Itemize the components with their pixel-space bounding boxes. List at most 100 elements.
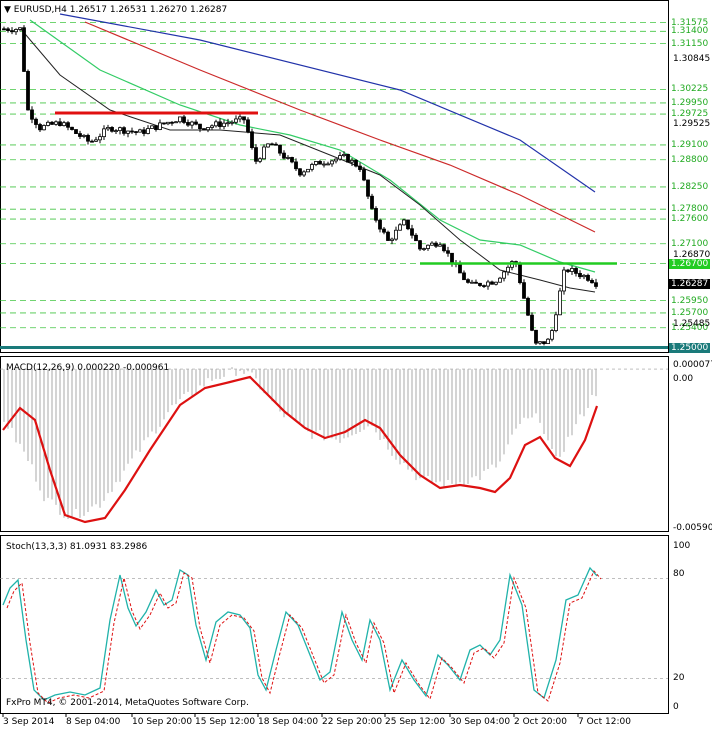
candle-body [266, 143, 270, 148]
candle-body [406, 219, 410, 230]
candle-body [186, 122, 190, 126]
candle-body [594, 282, 598, 287]
candle-body [582, 274, 586, 278]
candle-body [414, 234, 418, 242]
time-axis-label: 3 Sep 2014 [3, 717, 55, 727]
candle-body [230, 121, 234, 124]
candle-body [546, 338, 550, 344]
price-level-label: 1.30225 [669, 84, 711, 95]
candle-body [66, 122, 70, 128]
candle-body [98, 136, 102, 141]
mt4-chart-window: ▼ EURUSD,H4 1.26517 1.26531 1.26270 1.26… [0, 0, 712, 732]
candle-body [214, 121, 218, 127]
price-level-label: 1.27600 [669, 214, 711, 225]
time-axis-label: 8 Sep 04:00 [66, 717, 121, 727]
candle-body [398, 224, 402, 231]
candle-body [38, 124, 42, 131]
candle-body [474, 281, 478, 284]
candle-body [222, 122, 226, 127]
candle-body [354, 159, 358, 167]
price-level-label: 1.29950 [669, 97, 711, 108]
time-axis-label: 22 Sep 20:00 [322, 717, 383, 727]
candle-body [434, 242, 438, 247]
candle-body [530, 314, 534, 331]
candle-body [242, 116, 246, 121]
candle-body [418, 240, 422, 250]
symbol-header-text: EURUSD,H4 1.26517 1.26531 1.26270 1.2628… [13, 5, 228, 15]
candle-body [58, 121, 62, 127]
candle-body [554, 314, 558, 331]
candle-body [526, 297, 530, 316]
candle-body [130, 130, 134, 133]
candle-body [422, 248, 426, 250]
candle-body [506, 266, 510, 273]
candle-body [386, 231, 390, 241]
candle-body [202, 128, 206, 131]
candle-body [370, 195, 374, 209]
candle-body [54, 121, 58, 125]
candle-body [590, 279, 594, 284]
candle-body [218, 121, 222, 127]
candle-body [362, 169, 366, 181]
price-tick-label: 1.25485 [673, 318, 711, 329]
candle-body [190, 121, 194, 126]
candle-body [138, 129, 142, 133]
candle-body [290, 157, 294, 163]
macd-axis-bottom: -0.005906 [673, 523, 712, 533]
candle-body [478, 282, 482, 286]
candle-body [50, 121, 54, 125]
candle-body [278, 144, 282, 154]
candle-body [106, 127, 110, 130]
candle-body [2, 28, 6, 31]
candle-body [14, 29, 18, 33]
candle-body [86, 134, 90, 142]
candle-body [118, 127, 122, 132]
candle-body [206, 127, 210, 131]
candle-body [378, 219, 382, 230]
stoch-axis-80: 80 [673, 569, 685, 579]
copyright-text: FxPro MT4, © 2001-2014, MetaQuotes Softw… [6, 698, 249, 708]
ma-green-line [29, 19, 596, 273]
candle-body [46, 121, 50, 126]
candle-body [262, 146, 266, 160]
candle-body [482, 285, 486, 287]
candle-body [30, 109, 34, 120]
candle-body [238, 116, 242, 120]
collapse-triangle-icon: ▼ [4, 5, 11, 15]
candle-body [470, 281, 474, 284]
candle-body [458, 263, 462, 274]
price-level-label: 1.25000 [669, 342, 711, 353]
candle-body [390, 238, 394, 241]
candle-body [270, 143, 274, 146]
price-level-label: 1.28250 [669, 181, 711, 192]
candle-body [466, 279, 470, 283]
time-axis-label: 2 Oct 20:00 [514, 717, 567, 727]
candle-body [498, 277, 502, 283]
candle-body [574, 268, 578, 274]
candle-body [566, 269, 570, 272]
candle-body [134, 131, 138, 133]
price-level-label: 1.29725 [669, 109, 711, 120]
candle-body [146, 128, 150, 134]
candle-body [226, 122, 230, 125]
candle-body [78, 133, 82, 137]
candle-body [122, 127, 126, 134]
candle-body [166, 121, 170, 125]
time-axis-label: 10 Sep 20:00 [132, 717, 193, 727]
candle-body [90, 140, 94, 143]
candle-body [562, 269, 566, 292]
candle-body [542, 341, 546, 344]
price-level-label: 1.25950 [669, 295, 711, 306]
candle-body [178, 116, 182, 123]
candle-body [254, 147, 258, 162]
time-axis-label: 18 Sep 04:00 [258, 717, 319, 727]
candle-body [10, 30, 14, 33]
candle-body [34, 118, 38, 125]
candle-body [198, 123, 202, 130]
price-level-label: 1.29100 [669, 139, 711, 150]
macd-axis-top: 0.000077 [673, 360, 712, 370]
candle-body [306, 168, 310, 173]
time-axis-label: 7 Oct 12:00 [578, 717, 631, 727]
candle-body [430, 242, 434, 246]
symbol-header: ▼ EURUSD,H4 1.26517 1.26531 1.26270 1.26… [4, 5, 227, 15]
